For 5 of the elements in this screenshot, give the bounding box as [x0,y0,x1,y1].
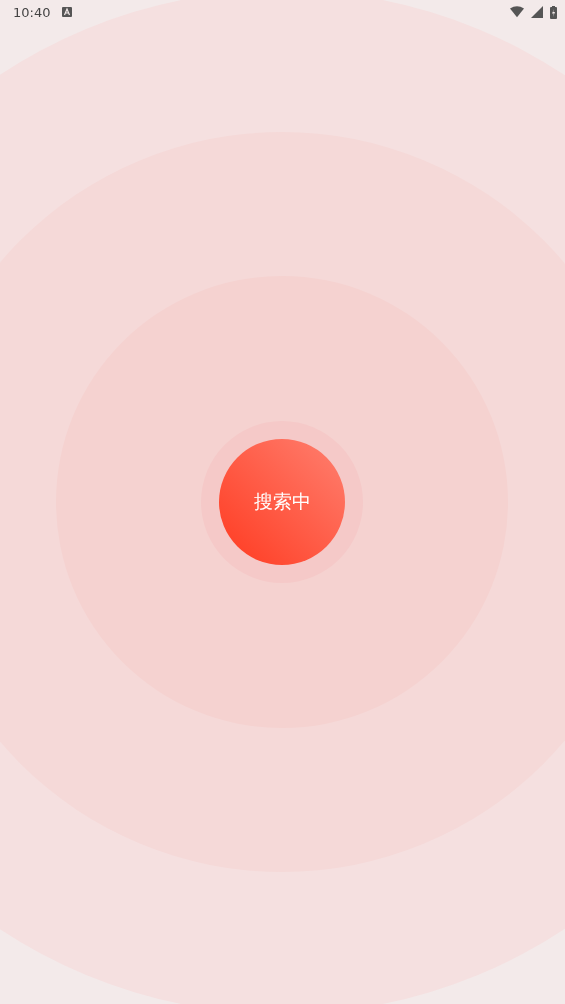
wifi-icon [510,6,524,18]
notification-icon [62,7,73,17]
signal-icon [530,6,544,18]
battery-icon [550,5,557,19]
status-time: 10:40 [13,4,51,20]
